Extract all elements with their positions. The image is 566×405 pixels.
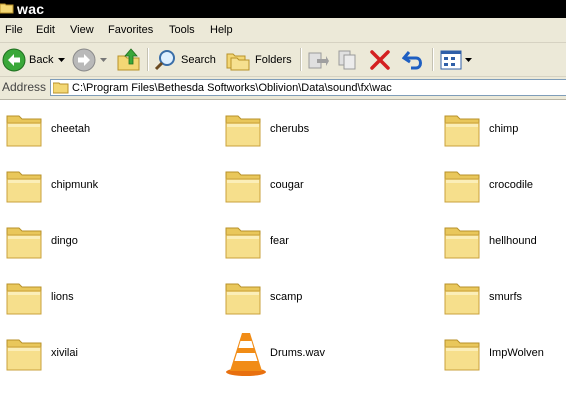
undo-button[interactable] [402,46,426,73]
file-name: chimp [489,123,519,135]
file-item[interactable]: cougar [222,162,427,210]
file-name: cherubs [270,123,310,135]
folder-icon [225,115,261,147]
menu-help[interactable]: Help [210,18,233,42]
views-button[interactable] [440,46,472,73]
folder-icon [225,171,261,203]
folder-icon [225,283,261,315]
file-item[interactable]: Drums.wav [222,330,427,378]
title-bar[interactable]: wac [0,0,566,18]
back-button[interactable]: Back [2,46,53,73]
file-item[interactable]: hellhound [441,218,566,266]
delete-button[interactable] [369,46,391,73]
file-name: chipmunk [51,179,99,191]
toolbar: Back Search Folders [0,43,566,77]
folder-icon [6,171,42,203]
folders-icon [226,53,250,70]
menu-edit[interactable]: Edit [36,18,55,42]
file-item[interactable]: ImpWolven [441,330,566,378]
folder-up-icon [117,47,140,70]
address-path: C:\Program Files\Bethesda Softworks\Obli… [72,82,392,94]
folder-icon [6,339,42,371]
file-item[interactable]: chimp [441,106,566,154]
file-name: smurfs [489,291,522,303]
file-name: crocodile [489,179,534,191]
back-arrow-icon [2,48,26,71]
file-name: cougar [270,179,304,191]
folder-icon [6,115,42,147]
file-item[interactable]: xivilai [3,330,208,378]
folder-icon [53,82,69,94]
toolbar-separator [147,48,149,71]
forward-arrow-icon [72,48,96,71]
address-field[interactable]: C:\Program Files\Bethesda Softworks\Obli… [50,79,566,96]
window-title: wac [17,1,45,17]
file-item[interactable]: fear [222,218,427,266]
file-list: cheetah cherubs chimp chipmunk cougar crocodi… [0,100,566,405]
file-item[interactable]: chipmunk [3,162,208,210]
folders-label: Folders [255,53,292,66]
menu-favorites[interactable]: Favorites [108,18,153,42]
address-bar: Address C:\Program Files\Bethesda Softwo… [0,77,566,100]
chevron-down-icon [465,57,472,62]
copy-to-button[interactable] [337,46,359,73]
vlc-cone-icon [226,333,266,376]
forward-button[interactable] [72,46,96,73]
search-icon [154,49,175,70]
file-name: xivilai [51,347,78,359]
chevron-down-icon [58,57,65,62]
toolbar-separator [300,48,302,71]
file-name: scamp [270,291,303,303]
chevron-down-icon [100,57,107,62]
undo-icon [402,50,422,69]
folder-icon [0,3,14,14]
file-name: fear [270,235,289,247]
delete-x-icon [370,49,390,70]
folder-icon [6,227,42,259]
menu-file[interactable]: File [5,18,23,42]
file-name: Drums.wav [270,347,326,359]
search-label: Search [181,53,216,66]
menu-bar: File Edit View Favorites Tools Help [0,18,566,43]
move-to-icon [308,52,329,68]
file-item[interactable]: scamp [222,274,427,322]
file-name: ImpWolven [489,347,544,359]
file-name: cheetah [51,123,91,135]
file-name: dingo [51,235,78,247]
folder-icon [444,171,480,203]
file-item[interactable]: crocodile [441,162,566,210]
back-label: Back [29,53,54,66]
file-item[interactable]: cherubs [222,106,427,154]
folder-icon [444,115,480,147]
menu-view[interactable]: View [70,18,94,42]
folder-icon [444,227,480,259]
up-folder-button[interactable] [116,46,142,73]
file-item[interactable]: smurfs [441,274,566,322]
address-label: Address [2,80,47,94]
folder-icon [444,283,480,315]
move-to-button[interactable] [307,46,329,73]
menu-tools[interactable]: Tools [169,18,195,42]
search-button[interactable]: Search [153,46,216,73]
folder-icon [225,227,261,259]
folders-button[interactable]: Folders [226,46,292,73]
folder-icon [6,283,42,315]
file-item[interactable]: lions [3,274,208,322]
toolbar-separator [432,48,434,71]
file-name: lions [51,291,74,303]
folder-icon [444,339,480,371]
file-name: hellhound [489,235,537,247]
file-item[interactable]: cheetah [3,106,208,154]
back-dropdown[interactable] [58,46,65,73]
copy-to-icon [338,50,356,69]
file-item[interactable]: dingo [3,218,208,266]
views-grid-icon [440,50,462,69]
forward-dropdown[interactable] [100,46,107,73]
